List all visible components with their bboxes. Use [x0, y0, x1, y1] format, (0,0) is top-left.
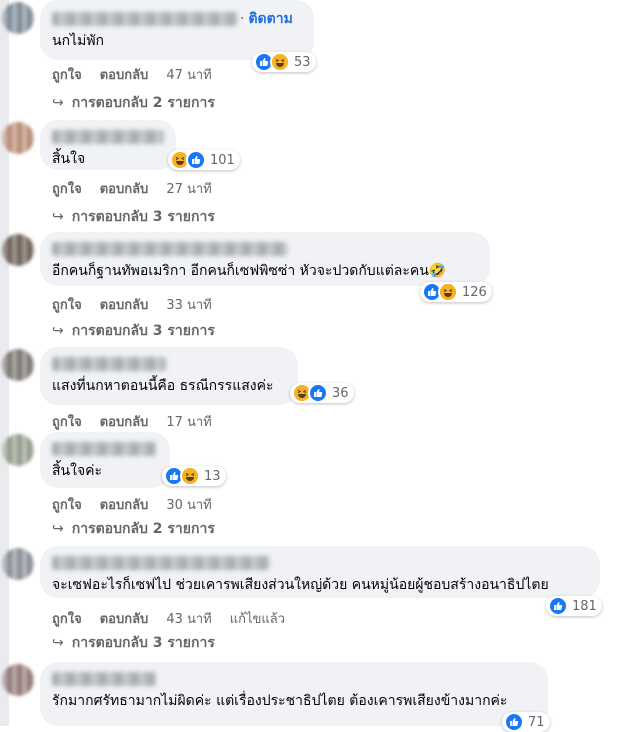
reply-link[interactable]: ตอบกลับ — [100, 294, 149, 315]
like-link[interactable]: ถูกใจ — [52, 64, 82, 85]
avatar[interactable] — [2, 349, 34, 381]
comment-bubble: แสงที่นกหาตอนนี้คือ ธรณีกรรแสงค่ะ — [40, 347, 298, 405]
author-name-blurred[interactable] — [52, 242, 288, 256]
author-name-blurred[interactable] — [52, 130, 164, 144]
comment-text: จะเซฟอะไรก็เซฟไป ช่วยเคารพเสียงส่วนใหญ่ด… — [52, 577, 549, 593]
author-name-blurred[interactable] — [52, 442, 156, 456]
like-reaction-icon — [548, 596, 568, 616]
edited-label[interactable]: แก้ไขแล้ว — [230, 608, 285, 629]
comment-actions: ถูกใจ ตอบกลับ 27 นาที — [52, 178, 212, 199]
view-replies[interactable]: ↪ การตอบกลับ 2 รายการ — [52, 518, 215, 540]
reaction-count: 101 — [210, 152, 235, 168]
comment-bubble: นกไม่พัก · ติดตาม — [40, 0, 314, 60]
timestamp[interactable]: 47 นาที — [166, 64, 211, 85]
comment-bubble: สิ้นใจค่ะ — [40, 432, 170, 488]
author-name-blurred[interactable] — [52, 357, 166, 371]
reply-arrow-icon: ↪ — [52, 95, 64, 111]
comment-text: นกไม่พัก — [52, 33, 105, 49]
comment-actions: ถูกใจ ตอบกลับ 47 นาที — [52, 64, 212, 85]
comment-text: สิ้นใจค่ะ — [52, 463, 103, 479]
replies-label: การตอบกลับ 3 รายการ — [71, 209, 215, 225]
follow-button[interactable]: · ติดตาม — [240, 8, 293, 30]
like-link[interactable]: ถูกใจ — [52, 494, 82, 515]
like-reaction-icon — [504, 712, 524, 732]
timestamp[interactable]: 33 นาที — [166, 294, 211, 315]
comment-bubble: สิ้นใจ — [40, 120, 176, 170]
reaction-summary[interactable]: 53 — [252, 52, 316, 72]
reaction-summary[interactable]: 181 — [546, 596, 602, 616]
like-link[interactable]: ถูกใจ — [52, 178, 82, 199]
view-replies[interactable]: ↪ การตอบกลับ 3 รายการ — [52, 632, 215, 654]
timestamp[interactable]: 27 นาที — [166, 178, 211, 199]
like-reaction-icon — [308, 383, 328, 403]
reaction-summary[interactable]: 126 — [420, 282, 492, 302]
reply-link[interactable]: ตอบกลับ — [100, 411, 149, 432]
comment-bubble: อีกคนก็ฐานทัพอเมริกา อีกคนก็เซฟพิซซ่า หั… — [40, 232, 490, 286]
reaction-count: 181 — [572, 598, 597, 614]
comment-actions: ถูกใจ ตอบกลับ 30 นาที — [52, 494, 212, 515]
reaction-count: 13 — [204, 468, 221, 484]
view-replies[interactable]: ↪ การตอบกลับ 3 รายการ — [52, 206, 215, 228]
comment-bubble: รักมากศรัทธามากไม่ผิดค่ะ แต่เรื่องประชาธ… — [40, 662, 548, 726]
comment-text: รักมากศรัทธามากไม่ผิดค่ะ แต่เรื่องประชาธ… — [52, 693, 508, 709]
author-name-blurred[interactable] — [52, 672, 156, 686]
comment-text: แสงที่นกหาตอนนี้คือ ธรณีกรรแสงค่ะ — [52, 378, 274, 394]
reaction-count: 36 — [332, 385, 349, 401]
follow-dot: · — [240, 11, 245, 27]
comment-text: อีกคนก็ฐานทัพอเมริกา อีกคนก็เซฟพิซซ่า หั… — [52, 263, 447, 279]
like-link[interactable]: ถูกใจ — [52, 411, 82, 432]
like-reaction-icon — [186, 150, 206, 170]
avatar[interactable] — [2, 664, 34, 696]
reaction-count: 126 — [462, 284, 487, 300]
avatar[interactable] — [2, 2, 34, 34]
avatar[interactable] — [2, 234, 34, 266]
comment-text: สิ้นใจ — [52, 151, 86, 167]
reaction-summary[interactable]: 71 — [502, 712, 550, 732]
reaction-summary[interactable]: 13 — [162, 466, 226, 486]
follow-label: ติดตาม — [248, 11, 293, 27]
view-replies[interactable]: ↪ การตอบกลับ 3 รายการ — [52, 320, 215, 342]
timestamp[interactable]: 17 นาที — [166, 411, 211, 432]
reply-arrow-icon: ↪ — [52, 209, 64, 225]
reply-link[interactable]: ตอบกลับ — [100, 64, 149, 85]
reply-link[interactable]: ตอบกลับ — [100, 178, 149, 199]
reaction-summary[interactable]: 101 — [168, 150, 240, 170]
author-name-blurred[interactable] — [52, 12, 238, 26]
reply-arrow-icon: ↪ — [52, 521, 64, 537]
reply-arrow-icon: ↪ — [52, 323, 64, 339]
avatar[interactable] — [2, 548, 34, 580]
avatar[interactable] — [2, 122, 34, 154]
comment-bubble: จะเซฟอะไรก็เซฟไป ช่วยเคารพเสียงส่วนใหญ่ด… — [40, 546, 600, 598]
reply-link[interactable]: ตอบกลับ — [100, 494, 149, 515]
replies-label: การตอบกลับ 3 รายการ — [71, 635, 215, 651]
author-name-blurred[interactable] — [52, 556, 270, 570]
timestamp[interactable]: 30 นาที — [166, 494, 211, 515]
timestamp[interactable]: 43 นาที — [166, 608, 211, 629]
reply-link[interactable]: ตอบกลับ — [100, 608, 149, 629]
reaction-count: 71 — [528, 714, 545, 730]
haha-reaction-icon — [270, 52, 290, 72]
view-replies[interactable]: ↪ การตอบกลับ 2 รายการ — [52, 92, 215, 114]
reaction-summary[interactable]: 36 — [290, 383, 354, 403]
comment-actions: ถูกใจ ตอบกลับ 17 นาที — [52, 411, 212, 432]
comment-actions: ถูกใจ ตอบกลับ 43 นาที แก้ไขแล้ว — [52, 608, 285, 629]
haha-reaction-icon — [438, 282, 458, 302]
reply-arrow-icon: ↪ — [52, 635, 64, 651]
like-link[interactable]: ถูกใจ — [52, 608, 82, 629]
replies-label: การตอบกลับ 3 รายการ — [71, 323, 215, 339]
haha-reaction-icon — [180, 466, 200, 486]
avatar[interactable] — [2, 434, 34, 466]
reaction-count: 53 — [294, 54, 311, 70]
comment-actions: ถูกใจ ตอบกลับ 33 นาที — [52, 294, 212, 315]
replies-label: การตอบกลับ 2 รายการ — [71, 95, 215, 111]
like-link[interactable]: ถูกใจ — [52, 294, 82, 315]
replies-label: การตอบกลับ 2 รายการ — [71, 521, 215, 537]
